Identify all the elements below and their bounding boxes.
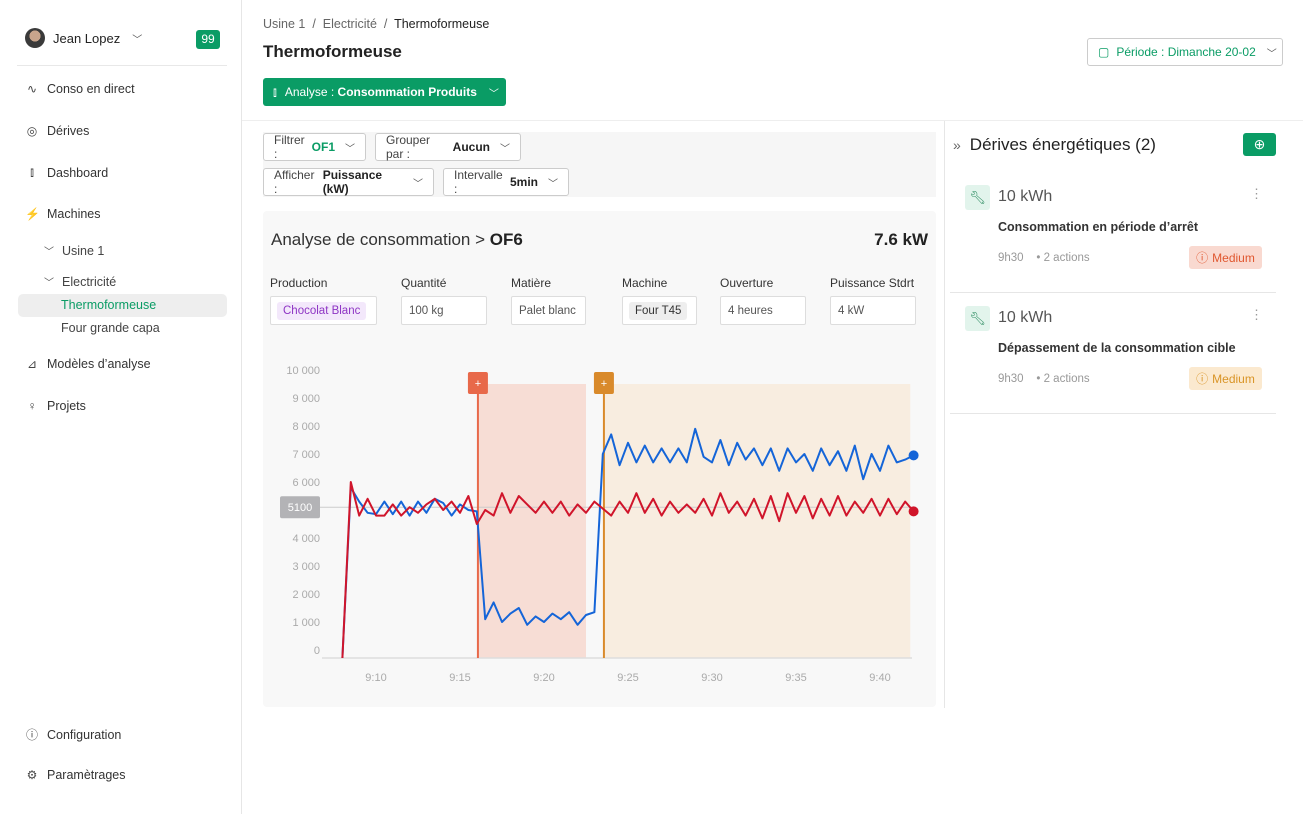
y-tick-label: 6 000 <box>292 477 320 489</box>
drift-item[interactable]: 🔧︎ 10 kWh ⋮ Consommation en période d’ar… <box>950 172 1276 293</box>
drifts-title: Dérives énergétiques (2) <box>969 135 1156 154</box>
x-tick-label: 9:25 <box>617 672 638 684</box>
x-tick-label: 9:10 <box>365 672 386 684</box>
x-tick-label: 9:40 <box>869 672 890 684</box>
y-tick-label: 1 000 <box>292 617 320 629</box>
severity-badge: ⓘ Medium <box>1189 367 1262 390</box>
series-end-point-0 <box>908 450 919 461</box>
plus-circle-icon: ⊕ <box>1253 136 1266 152</box>
more-options-icon[interactable]: ⋮ <box>1250 186 1263 202</box>
time: 9h30 <box>998 252 1024 264</box>
y-tick-label: 9 000 <box>292 393 320 405</box>
actions: • 2 actions <box>1036 252 1090 264</box>
x-tick-label: 9:35 <box>785 672 806 684</box>
x-tick-label: 9:15 <box>449 672 470 684</box>
y-tick-label: 10 000 <box>286 365 320 377</box>
plus-icon: + <box>475 378 481 390</box>
divider <box>944 121 945 708</box>
severity: Medium <box>1212 250 1255 265</box>
wrench-icon: 🔧︎ <box>965 185 990 210</box>
y-tick-label: 2 000 <box>292 589 320 601</box>
drift-item[interactable]: 🔧︎ 10 kWh ⋮ Dépassement de la consommati… <box>950 293 1276 414</box>
y-tick-label: 4 000 <box>292 533 320 545</box>
info-icon: ⓘ <box>1196 251 1209 265</box>
drift-name: Consommation en période d’arrêt <box>998 220 1199 234</box>
drifts-header: » Dérives énergétiques (2) <box>953 135 1156 155</box>
drift-value: 10 kWh <box>998 188 1053 205</box>
highlight-zone <box>603 384 911 658</box>
series-end-point-1 <box>908 506 919 517</box>
plus-icon: + <box>601 378 607 390</box>
actions: • 2 actions <box>1036 373 1090 385</box>
severity: Medium <box>1212 371 1255 386</box>
drift-name: Dépassement de la consommation cible <box>998 341 1236 355</box>
info-icon: ⓘ <box>1196 372 1209 386</box>
drift-meta: 9h30 • 2 actions <box>998 373 1090 385</box>
y-tick-label: 0 <box>314 645 320 657</box>
y-tick-label: 7 000 <box>292 449 320 461</box>
y-tick-label: 8 000 <box>292 421 320 433</box>
drift-meta: 9h30 • 2 actions <box>998 252 1090 264</box>
x-tick-label: 9:20 <box>533 672 554 684</box>
highlight-zone <box>477 384 586 658</box>
reference-label: 5100 <box>288 502 312 514</box>
time: 9h30 <box>998 373 1024 385</box>
add-drift-button[interactable]: ⊕ <box>1243 133 1276 156</box>
x-tick-label: 9:30 <box>701 672 722 684</box>
severity-badge: ⓘ Medium <box>1189 246 1262 269</box>
collapse-panel-icon[interactable]: » <box>953 137 961 153</box>
y-tick-label: 3 000 <box>292 561 320 573</box>
more-options-icon[interactable]: ⋮ <box>1250 307 1263 323</box>
wrench-icon: 🔧︎ <box>965 306 990 331</box>
drift-value: 10 kWh <box>998 309 1053 326</box>
